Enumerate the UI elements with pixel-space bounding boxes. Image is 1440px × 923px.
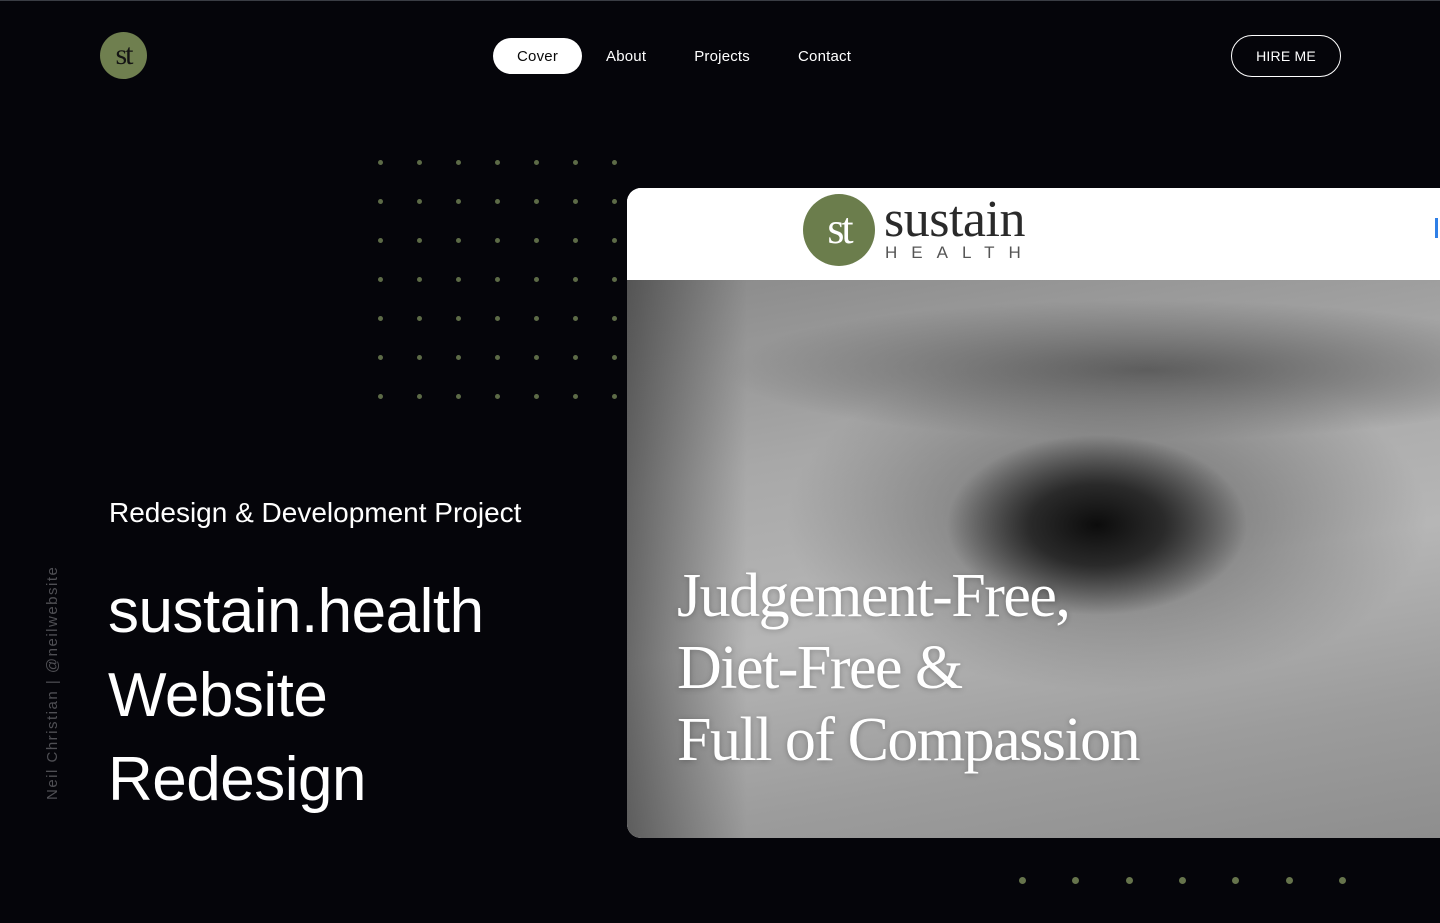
decorative-dot — [417, 160, 422, 165]
decorative-dot — [378, 316, 383, 321]
nav-item-label: About — [606, 47, 647, 65]
decorative-dot — [1338, 877, 1346, 884]
decorative-dot — [1125, 877, 1133, 884]
decorative-dot — [534, 355, 539, 360]
decorative-dot — [495, 316, 500, 321]
nav-item-contact[interactable]: Contact — [774, 38, 875, 74]
logo-text: st — [115, 37, 133, 71]
preview-header: st sustain HEALTH — [627, 188, 1440, 280]
decorative-dot — [534, 160, 539, 165]
decorative-dot — [417, 238, 422, 243]
decorative-dot — [573, 238, 578, 243]
decorative-dot — [612, 316, 617, 321]
decorative-dot — [456, 355, 461, 360]
nav-item-label: Contact — [798, 47, 852, 65]
decorative-dot — [612, 394, 617, 399]
decorative-dot-grid — [378, 160, 620, 400]
decorative-dot — [1072, 877, 1080, 884]
menu-icon — [1435, 218, 1438, 238]
nav-item-label: Projects — [694, 47, 751, 65]
hire-me-button[interactable]: HIRE ME — [1231, 35, 1341, 77]
decorative-dot — [378, 277, 383, 282]
decorative-dot — [573, 394, 578, 399]
decorative-dot — [456, 316, 461, 321]
decorative-dot — [573, 277, 578, 282]
decorative-dot — [456, 394, 461, 399]
nav-item-projects[interactable]: Projects — [670, 38, 774, 74]
top-border — [0, 0, 1440, 1]
nav-item-about[interactable]: About — [582, 38, 670, 74]
decorative-dot-row — [1019, 876, 1349, 886]
decorative-dot — [1285, 877, 1293, 884]
decorative-dot — [534, 199, 539, 204]
title-line: Website — [108, 661, 328, 730]
decorative-dot — [495, 394, 500, 399]
decorative-dot — [1019, 877, 1026, 884]
project-title: sustain.health Website Redesign — [108, 570, 484, 822]
decorative-dot — [495, 355, 500, 360]
decorative-dot — [417, 355, 422, 360]
decorative-dot — [534, 316, 539, 321]
decorative-dot — [573, 355, 578, 360]
preview-headline: Judgement-Free, Diet-Free & Full of Comp… — [677, 560, 1141, 776]
decorative-dot — [495, 199, 500, 204]
decorative-dot — [573, 160, 578, 165]
headline-line: Full of Compassion — [677, 706, 1141, 774]
decorative-dot — [534, 394, 539, 399]
decorative-dot — [612, 199, 617, 204]
side-credit: Neil Christian | @neilwebsite — [44, 565, 61, 800]
brand-badge-text: st — [827, 203, 853, 253]
decorative-dot — [417, 316, 422, 321]
decorative-dot — [534, 277, 539, 282]
brand-subtitle: HEALTH — [885, 243, 1035, 262]
decorative-dot — [378, 355, 383, 360]
decorative-dot — [573, 316, 578, 321]
decorative-dot — [1178, 877, 1186, 884]
decorative-dot — [495, 277, 500, 282]
decorative-dot — [378, 394, 383, 399]
main-nav: Cover About Projects Contact — [493, 38, 875, 74]
hire-me-label: HIRE ME — [1256, 48, 1316, 64]
decorative-dot — [495, 160, 500, 165]
website-preview-card[interactable]: st sustain HEALTH Judgement-Free, Diet-F… — [627, 188, 1440, 838]
decorative-dot — [378, 199, 383, 204]
decorative-dot — [456, 277, 461, 282]
decorative-dot — [1232, 877, 1240, 884]
headline-line: Diet-Free & — [677, 634, 963, 702]
hero-photo: Judgement-Free, Diet-Free & Full of Comp… — [627, 280, 1440, 838]
decorative-dot — [456, 238, 461, 243]
decorative-dot — [495, 238, 500, 243]
decorative-dot — [417, 199, 422, 204]
brand-logo-badge: st — [803, 194, 875, 266]
headline-line: Judgement-Free, — [677, 562, 1071, 630]
decorative-dot — [378, 160, 383, 165]
decorative-dot — [573, 199, 578, 204]
decorative-dot — [456, 160, 461, 165]
decorative-dot — [378, 238, 383, 243]
title-line: sustain.health — [108, 577, 484, 646]
decorative-dot — [417, 394, 422, 399]
decorative-dot — [612, 160, 617, 165]
project-subtitle: Redesign & Development Project — [109, 497, 522, 528]
nav-item-label: Cover — [517, 47, 559, 65]
decorative-dot — [417, 277, 422, 282]
decorative-dot — [456, 199, 461, 204]
decorative-dot — [612, 277, 617, 282]
decorative-dot — [612, 355, 617, 360]
title-line: Redesign — [108, 745, 366, 814]
site-logo[interactable]: st — [100, 32, 147, 79]
decorative-dot — [534, 238, 539, 243]
brand-name: sustain — [884, 191, 1025, 248]
decorative-dot — [612, 238, 617, 243]
nav-item-cover[interactable]: Cover — [493, 38, 583, 74]
